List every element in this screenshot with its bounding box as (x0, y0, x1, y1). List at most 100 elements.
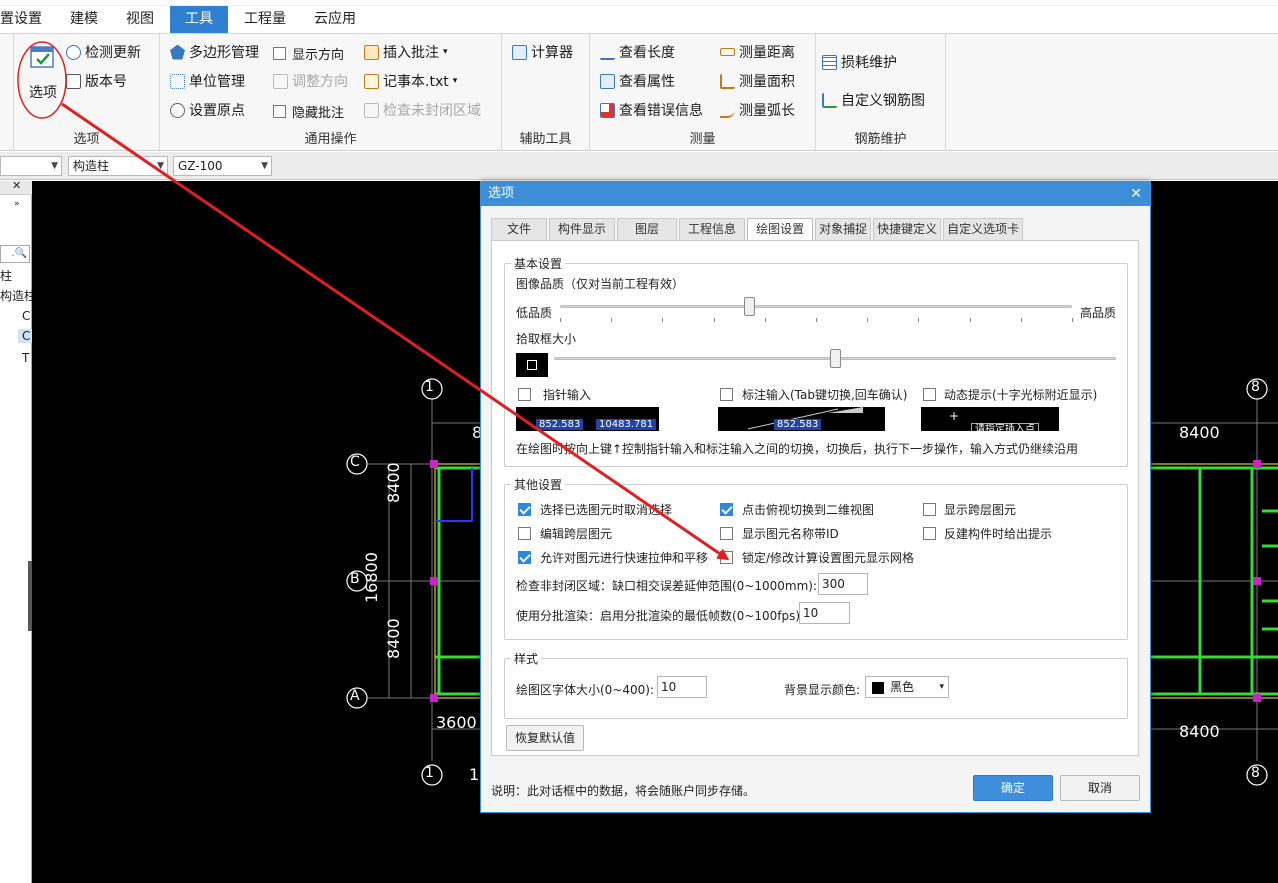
tab-shortcut-keys[interactable]: 快捷键定义 (873, 218, 942, 240)
slider-tick (969, 318, 971, 322)
menu-cloud[interactable]: 云应用 (300, 6, 370, 33)
ribbon: 选项 检测更新 版本号 选项 多边形管理 单位管理 设置原点 显示方向 调整方向… (0, 33, 1278, 151)
tree-item[interactable]: 构造柱 (0, 287, 32, 304)
menu-tools[interactable]: 工具 (170, 6, 228, 33)
cancel-button[interactable]: 取消 (1060, 775, 1140, 801)
insert-annotation-button[interactable]: 插入批注 ▾ (364, 42, 448, 62)
search-box[interactable]: .🔍 (0, 245, 30, 263)
calculator-label: 计算器 (531, 45, 573, 61)
slider-tick (611, 318, 613, 322)
polygon-mgmt-button[interactable]: 多边形管理 (170, 42, 259, 62)
hide-annotation-checkbox[interactable]: 隐藏批注 (273, 102, 344, 121)
tree-item[interactable]: C (22, 309, 30, 323)
menu-quantity[interactable]: 工程量 (230, 6, 300, 33)
show-direction-label: 显示方向 (292, 48, 345, 63)
dim-input-check[interactable] (720, 388, 733, 401)
opt-reverse-hint-check[interactable] (923, 527, 936, 540)
menu-view[interactable]: 视图 (112, 6, 168, 33)
options-big-button[interactable]: 选项 (22, 42, 64, 110)
tab-file[interactable]: 文件 (491, 218, 548, 240)
view-errors-label: 查看错误信息 (619, 103, 703, 119)
opt-quick-stretch-option[interactable]: 允许对图元进行快速拉伸和平移 (518, 549, 708, 566)
font-size-input[interactable]: 10 (657, 676, 707, 698)
floor-select[interactable]: ▼ (0, 156, 62, 176)
opt-quick-stretch-check[interactable] (518, 551, 531, 564)
tab-project-info[interactable]: 工程信息 (679, 218, 746, 240)
close-icon[interactable]: ✕ (12, 179, 21, 192)
pointer-input-option[interactable]: 指针输入 (518, 386, 591, 403)
slider-tick (1020, 318, 1022, 322)
tab-object-snap[interactable]: 对象捕捉 (815, 218, 872, 240)
close-icon[interactable]: ✕ (1130, 182, 1142, 206)
opt-edit-cross-check[interactable] (518, 527, 531, 540)
bg-color-select[interactable]: 黑色 ▾ (865, 676, 949, 698)
opt-2d-view-option[interactable]: 点击俯视切换到二维视图 (720, 501, 874, 518)
view-errors-button[interactable]: 查看错误信息 (600, 100, 703, 120)
opt-edit-cross-option[interactable]: 编辑跨层图元 (518, 525, 612, 542)
custom-rebar-button[interactable]: 自定义钢筋图 (822, 90, 925, 110)
hide-annotation-check[interactable] (273, 105, 286, 118)
component-type-select[interactable]: 构造柱 ▼ (68, 156, 168, 176)
quality-label: 图像品质（仅对当前工程有效） (516, 277, 685, 291)
notepad-button[interactable]: 记事本.txt ▾ (364, 71, 457, 91)
adjust-direction-button[interactable]: 调整方向 (273, 71, 348, 91)
opt-deselect-check[interactable] (518, 503, 531, 516)
quality-slider[interactable] (560, 305, 1072, 308)
tab-layers[interactable]: 图层 (617, 218, 678, 240)
version-button[interactable]: 版本号 (66, 71, 127, 91)
slider-tick (560, 318, 561, 322)
check-unclosed-button[interactable]: 检查未封闭区域 (364, 100, 481, 120)
tree-item[interactable]: T (22, 351, 29, 365)
opt-name-id-option[interactable]: 显示图元名称带ID (720, 525, 839, 542)
measure-area-button[interactable]: 测量面积 (720, 71, 795, 91)
chevron-down-icon: ▾ (443, 47, 448, 57)
show-direction-checkbox[interactable]: 显示方向 (273, 44, 344, 63)
measure-arc-button[interactable]: 测量弧长 (720, 100, 795, 120)
ribbon-group-general: 多边形管理 单位管理 设置原点 显示方向 调整方向 隐藏批注 插入批注 ▾ 记事… (160, 34, 502, 151)
check-update-button[interactable]: 检测更新 (66, 42, 141, 62)
tab-custom-tab[interactable]: 自定义选项卡 (943, 218, 1024, 240)
dim-text-3600: 3600 (436, 713, 477, 732)
menu-modeling[interactable]: 建模 (56, 6, 112, 33)
view-props-button[interactable]: 查看属性 (600, 71, 675, 91)
batch-render-input[interactable]: 10 (799, 602, 850, 624)
axis-label-8-top: 8 (1251, 379, 1260, 395)
tab-drawing-settings[interactable]: 绘图设置 (747, 218, 814, 241)
ok-button[interactable]: 确定 (973, 775, 1053, 801)
unit-mgmt-button[interactable]: 单位管理 (170, 71, 245, 91)
adjust-direction-label: 调整方向 (292, 74, 348, 90)
view-length-button[interactable]: 查看长度 (600, 42, 675, 62)
show-direction-check[interactable] (273, 47, 286, 60)
opt-lock-grid-check[interactable] (720, 551, 733, 564)
opt-reverse-hint-option[interactable]: 反建构件时给出提示 (923, 525, 1052, 542)
expand-icon[interactable]: » (14, 199, 20, 209)
component-select[interactable]: GZ-100 ▼ (173, 156, 272, 176)
set-origin-button[interactable]: 设置原点 (170, 100, 245, 120)
chevron-down-icon: ▾ (452, 76, 458, 86)
calculator-button[interactable]: 计算器 (512, 42, 573, 62)
restore-defaults-button[interactable]: 恢复默认值 (506, 725, 584, 751)
opt-name-id-check[interactable] (720, 527, 733, 540)
opt-cross-layer-option[interactable]: 显示跨层图元 (923, 501, 1016, 518)
tab-component-display[interactable]: 构件显示 (549, 218, 616, 240)
dim-input-option[interactable]: 标注输入(Tab键切换,回车确认) (720, 386, 908, 403)
loss-maint-button[interactable]: 损耗维护 (822, 52, 897, 72)
tree-item[interactable]: 柱 (0, 267, 12, 284)
pickbox-slider-thumb[interactable] (830, 349, 841, 368)
opt-2d-view-check[interactable] (720, 503, 733, 516)
opt-deselect-option[interactable]: 选择已选图元时取消选择 (518, 501, 672, 518)
quality-high-label: 高品质 (1080, 306, 1117, 320)
measure-distance-button[interactable]: 测量距离 (720, 42, 795, 62)
opt-cross-layer-check[interactable] (923, 503, 936, 516)
axis-label-a: A (350, 688, 360, 704)
dynamic-hint-option[interactable]: 动态提示(十字光标附近显示) (923, 386, 1097, 403)
tree-item-selected[interactable]: C (18, 329, 32, 343)
dialog-title-bar[interactable]: 选项 ✕ (481, 182, 1150, 206)
unclosed-range-input[interactable]: 300 (818, 573, 868, 595)
opt-lock-grid-option[interactable]: 锁定/修改计算设置图元显示网格 (720, 549, 914, 566)
pointer-input-check[interactable] (518, 388, 531, 401)
dynamic-hint-check[interactable] (923, 388, 936, 401)
menu-settings[interactable]: 置设置 (0, 6, 56, 33)
quality-slider-thumb[interactable] (744, 297, 756, 316)
chevron-down-icon: ▾ (939, 682, 944, 692)
